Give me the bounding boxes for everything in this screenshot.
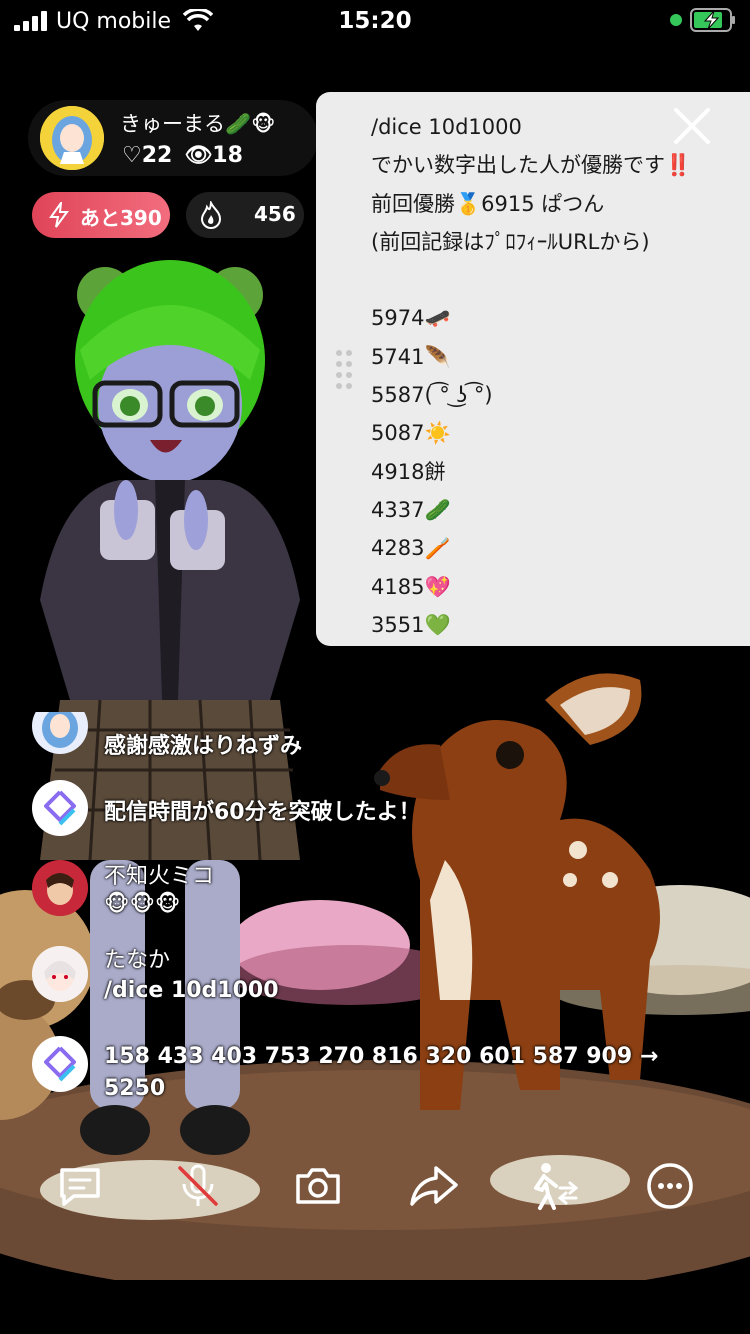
host-avatar[interactable]: [40, 106, 104, 170]
status-bar: UQ mobile 15:20: [0, 0, 750, 44]
collab-icon[interactable]: [524, 1158, 580, 1214]
note-line: 前回優勝🥇6915 ぱつん: [371, 191, 605, 216]
drag-handle-icon[interactable]: [334, 350, 356, 390]
note-line: 5087☀️: [371, 421, 451, 446]
note-line: (前回記録はﾌﾟﾛﾌｨｰﾙURLから): [371, 229, 650, 254]
system-avatar: [32, 780, 88, 836]
more-icon[interactable]: [642, 1158, 698, 1214]
chat-message[interactable]: 不知火ミコ 🐵🐵🐵: [32, 858, 632, 928]
note-line: /dice 10d1000: [371, 115, 522, 139]
chat-avatar: [32, 712, 88, 754]
share-icon[interactable]: [406, 1158, 462, 1214]
chat-text: 感謝感激はりねずみ: [104, 734, 303, 759]
battery-charging-icon: [690, 8, 735, 32]
note-line: [371, 261, 691, 299]
note-line: 4185💖: [371, 574, 451, 599]
likes-count: ♡22: [122, 143, 173, 168]
chat-icon[interactable]: [52, 1158, 108, 1214]
note-line: 5974🛹: [371, 306, 451, 331]
chat-text-continued: 5250: [104, 1076, 166, 1101]
camera-icon[interactable]: [290, 1158, 346, 1214]
note-line: 4918餅: [371, 459, 446, 484]
note-text: /dice 10d1000 でかい数字出した人が優勝です‼️ 前回優勝🥇6915…: [371, 108, 691, 644]
chat-username: たなか: [104, 948, 171, 973]
note-panel: /dice 10d1000 でかい数字出した人が優勝です‼️ 前回優勝🥇6915…: [316, 92, 750, 646]
mic-off-icon[interactable]: [170, 1158, 226, 1214]
chat-text: 158 433 403 753 270 816 320 601 587 909 …: [104, 1044, 659, 1069]
chat-message[interactable]: 配信時間が60分を突破したよ！: [32, 780, 632, 836]
fire-points-pill[interactable]: 456: [186, 192, 304, 238]
flame-icon: [200, 201, 222, 229]
system-avatar: [32, 1036, 88, 1092]
note-line: でかい数字出した人が優勝です‼️: [371, 153, 692, 178]
chat-message[interactable]: 158 433 403 753 270 816 320 601 587 909 …: [32, 1036, 732, 1112]
chat-text: 配信時間が60分を突破したよ！: [104, 800, 421, 825]
chat-text: /dice 10d1000: [104, 978, 279, 1003]
clock: 15:20: [338, 8, 412, 34]
note-line: 4337🥒: [371, 497, 451, 522]
gift-goal-label: あと390: [80, 206, 162, 230]
privacy-indicator-icon: [670, 14, 682, 26]
chat-text: 🐵🐵🐵: [104, 892, 181, 917]
chat-avatar: [32, 946, 88, 1002]
lightning-icon: [49, 202, 69, 228]
chat-message[interactable]: たなか /dice 10d1000: [32, 944, 632, 1014]
chat-avatar: [32, 860, 88, 916]
viewer-count: 👁18: [184, 143, 243, 168]
gift-goal-pill[interactable]: あと390: [32, 192, 170, 238]
fire-points-value: 456: [254, 202, 296, 226]
note-line: 5587( ͡° ͜ʖ ͡°): [371, 383, 493, 408]
bottom-toolbar: [0, 1158, 750, 1218]
chat-message[interactable]: 感謝感激はりねずみ: [32, 712, 632, 768]
chat-username: 不知火ミコ: [104, 864, 215, 889]
host-card[interactable]: きゅーまる🥒🐵 ♡22 👁18: [28, 100, 318, 176]
note-line: 5741🪶: [371, 344, 451, 369]
note-line: 4283🪥: [371, 536, 451, 561]
note-line: 3551💚: [371, 612, 451, 637]
host-name: きゅーまる🥒🐵: [120, 112, 276, 136]
host-stats: ♡22 👁18: [122, 143, 255, 168]
